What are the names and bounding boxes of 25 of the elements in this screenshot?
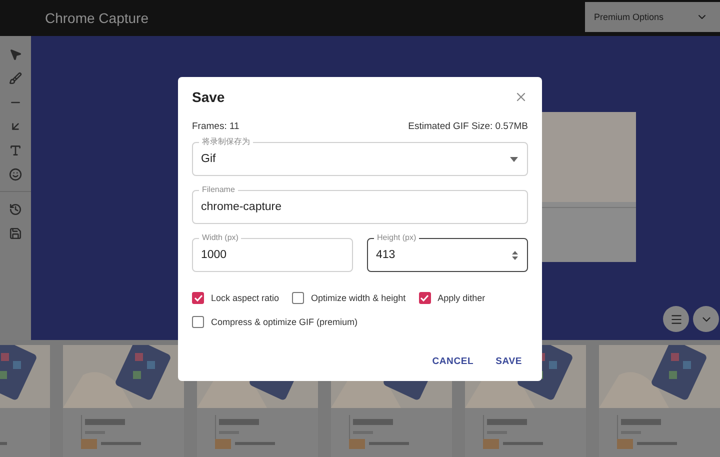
save-button[interactable]: SAVE: [490, 352, 528, 371]
close-icon[interactable]: [514, 90, 528, 104]
frames-count: Frames: 11: [192, 121, 240, 132]
checkbox-label: Optimize width & height: [311, 293, 406, 303]
input-field[interactable]: Filename chrome-capture: [192, 185, 528, 224]
input-field[interactable]: Width (px) 1000: [192, 233, 353, 272]
dialog-title: Save: [192, 89, 225, 105]
cancel-button[interactable]: CANCEL: [426, 352, 480, 371]
spinner-icon: [512, 250, 518, 260]
menu-icon: [670, 312, 682, 326]
checkbox-label: Compress & optimize GIF (premium): [211, 317, 358, 327]
dropdown-icon: [510, 156, 518, 162]
checkbox[interactable]: [192, 316, 204, 328]
estimated-size: Estimated GIF Size: 0.57MB: [408, 121, 528, 132]
format-select[interactable]: 将录制保存为 Gif: [192, 137, 528, 176]
expand-button[interactable]: [693, 306, 719, 332]
checkbox-label: Apply dither: [438, 293, 486, 303]
checkbox[interactable]: [292, 292, 304, 304]
checkbox[interactable]: [192, 292, 204, 304]
checkbox[interactable]: [418, 292, 431, 304]
input-field[interactable]: Height (px) 413: [367, 233, 528, 272]
app-title: Chrome Capture: [45, 10, 148, 26]
menu-button[interactable]: [663, 306, 689, 332]
checkbox-label: Lock aspect ratio: [211, 293, 280, 303]
premium-options-dropdown[interactable]: Premium Options: [585, 2, 720, 32]
